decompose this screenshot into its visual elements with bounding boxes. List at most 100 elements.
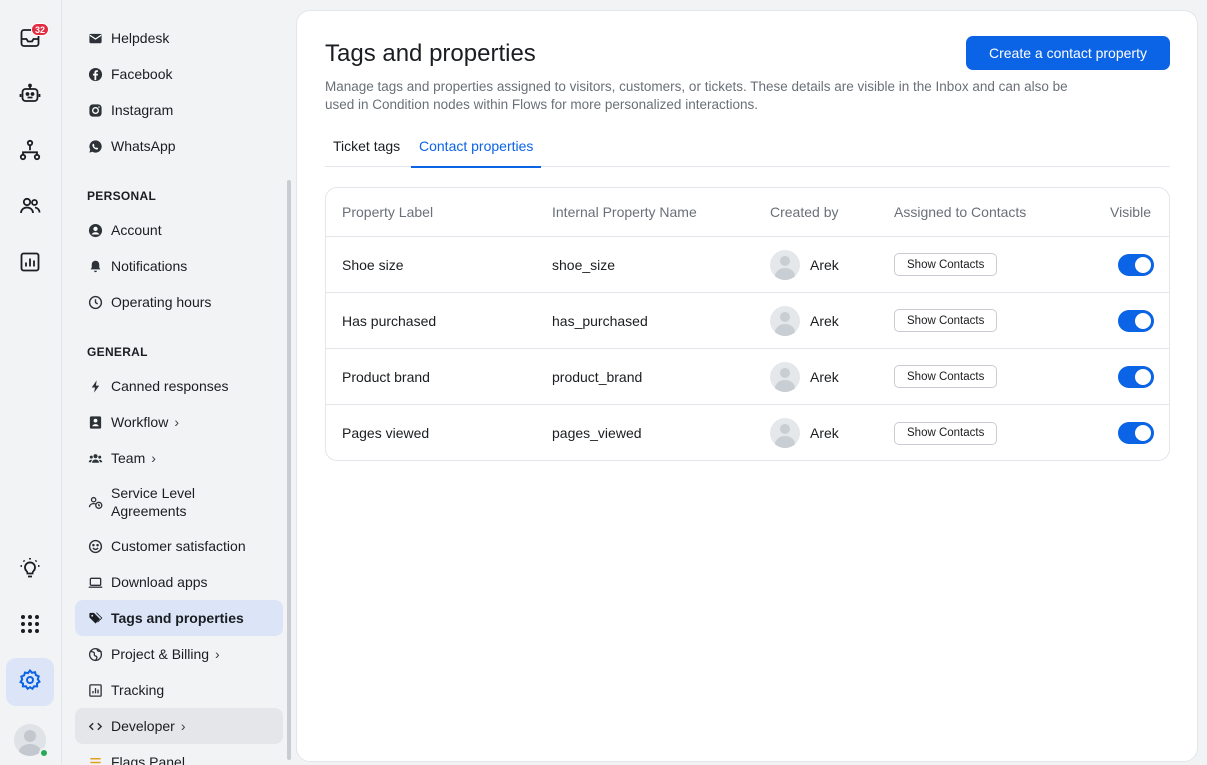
nav-item-operating-hours[interactable]: Operating hours — [75, 284, 283, 320]
nav-item-helpdesk[interactable]: Helpdesk — [75, 20, 283, 56]
workflow-icon — [87, 414, 103, 430]
page-description: Manage tags and properties assigned to v… — [325, 79, 1068, 112]
laptop-icon — [87, 574, 103, 590]
internal-property-name: has_purchased — [552, 312, 648, 329]
nav-item-flags-panel[interactable]: Flags Panel — [75, 744, 283, 765]
visible-toggle[interactable] — [1118, 309, 1154, 332]
nav-item-facebook[interactable]: Facebook — [75, 56, 283, 92]
visible-cell — [1110, 293, 1154, 348]
nav-item-notifications[interactable]: Notifications — [75, 248, 283, 284]
nav-label: Helpdesk — [111, 30, 170, 46]
gear-icon — [18, 668, 42, 697]
nav-item-whatsapp[interactable]: WhatsApp — [75, 128, 283, 164]
created-by: Arek — [770, 405, 839, 460]
nav-item-tags-and-properties[interactable]: Tags and properties — [75, 600, 283, 636]
nav-item-instagram[interactable]: Instagram — [75, 92, 283, 128]
inbox-button[interactable] — [6, 16, 54, 64]
tag-icon — [87, 610, 103, 626]
nav-item-download-apps[interactable]: Download apps — [75, 564, 283, 600]
whatsapp-icon — [87, 138, 103, 154]
nav-label: Service Level Agreements — [111, 485, 196, 519]
show-contacts-button[interactable]: Show Contacts — [894, 421, 998, 445]
show-contacts-button[interactable]: Show Contacts — [894, 253, 998, 276]
lightbulb-icon — [18, 556, 42, 585]
instagram-icon — [87, 102, 103, 118]
nav-label: Workflow — [111, 414, 169, 430]
app-rail: 32 — [0, 0, 62, 765]
visible-toggle[interactable] — [1118, 422, 1154, 444]
analytics-button[interactable] — [6, 240, 54, 288]
apps-button[interactable] — [6, 602, 54, 650]
nav-item-tracking[interactable]: Tracking — [75, 672, 283, 708]
nav-section-personal: PERSONAL — [87, 189, 157, 203]
nav-label: Download apps — [111, 574, 208, 590]
column-header[interactable]: Created by — [770, 188, 838, 236]
property-label: Has purchased — [342, 312, 437, 329]
creator-name: Arek — [810, 425, 839, 441]
table-row[interactable]: Product brand product_brand Arek Show Co… — [326, 349, 1169, 405]
settings-button[interactable] — [6, 658, 54, 706]
nav-label: Notifications — [111, 258, 188, 274]
nav-section-general: GENERAL — [87, 345, 148, 359]
flags-icon — [87, 754, 103, 765]
bell-icon — [87, 258, 103, 274]
creator-avatar — [770, 418, 800, 448]
chevron-right-icon: › — [215, 646, 220, 662]
show-contacts-button[interactable]: Show Contacts — [894, 309, 998, 332]
column-header[interactable]: Property Label — [342, 188, 433, 236]
globe-icon — [87, 646, 103, 662]
ideas-button[interactable] — [6, 546, 54, 594]
visible-cell — [1110, 405, 1154, 460]
nav-item-account[interactable]: Account — [75, 212, 283, 248]
facebook-icon — [87, 66, 103, 82]
created-by: Arek — [770, 349, 839, 404]
column-header[interactable]: Internal Property Name — [552, 188, 697, 236]
creator-avatar — [770, 249, 800, 280]
nav-item-developer[interactable]: Developer › — [75, 708, 283, 744]
chart-icon — [87, 682, 103, 698]
show-contacts-button[interactable]: Show Contacts — [894, 365, 998, 388]
sla-icon — [87, 494, 103, 510]
table-row[interactable]: Shoe size shoe_size Arek Show Contacts — [326, 237, 1169, 293]
visible-toggle[interactable] — [1118, 365, 1154, 388]
chevron-right-icon: › — [174, 414, 179, 430]
properties-table: Property Label Internal Property Name Cr… — [325, 187, 1170, 461]
creator-name: Arek — [810, 256, 839, 273]
creator-avatar — [770, 361, 800, 392]
flows-button[interactable] — [6, 128, 54, 176]
main-panel: Tags and properties Create a contact pro… — [296, 10, 1198, 762]
visible-cell — [1110, 349, 1154, 404]
column-header[interactable]: Assigned to Contacts — [894, 188, 1026, 236]
creator-name: Arek — [810, 368, 839, 385]
nav-scrollbar[interactable] — [287, 180, 291, 760]
nav-label: Customer satisfaction — [111, 538, 246, 554]
code-icon — [87, 718, 103, 734]
bolt-icon — [87, 378, 103, 394]
nav-item-sla[interactable]: Service Level Agreements — [75, 480, 283, 524]
nav-item-canned-responses[interactable]: Canned responses — [75, 368, 283, 404]
nav-item-customer-satisfaction[interactable]: Customer satisfaction — [75, 528, 283, 564]
account-icon — [87, 222, 103, 238]
table-row[interactable]: Has purchased has_purchased Arek Show Co… — [326, 293, 1169, 349]
chatbot-button[interactable] — [6, 72, 54, 120]
analytics-icon — [18, 250, 42, 279]
table-row[interactable]: Pages viewed pages_viewed Arek Show Cont… — [326, 405, 1169, 460]
nav-label: Flags Panel — [111, 754, 185, 765]
tab-ticket-tags[interactable]: Ticket tags — [325, 138, 408, 167]
visible-cell — [1110, 237, 1154, 292]
nav-item-workflow[interactable]: Workflow › — [75, 404, 283, 440]
settings-nav: Helpdesk Facebook Instagram WhatsApp PER… — [63, 0, 293, 765]
nav-label: Tracking — [111, 682, 165, 698]
created-by: Arek — [770, 237, 839, 292]
smiley-icon — [87, 538, 103, 554]
tab-contact-properties[interactable]: Contact properties — [411, 138, 542, 168]
nav-item-team[interactable]: Team › — [75, 440, 283, 476]
create-contact-property-button[interactable]: Create a contact property — [966, 36, 1170, 70]
nav-item-project-billing[interactable]: Project & Billing › — [75, 636, 283, 672]
clock-icon — [87, 294, 103, 310]
flows-icon — [18, 138, 42, 167]
contacts-button[interactable] — [6, 184, 54, 232]
visible-toggle[interactable] — [1118, 253, 1154, 276]
column-header[interactable]: Visible — [1110, 188, 1151, 236]
nav-label: Operating hours — [111, 294, 212, 310]
